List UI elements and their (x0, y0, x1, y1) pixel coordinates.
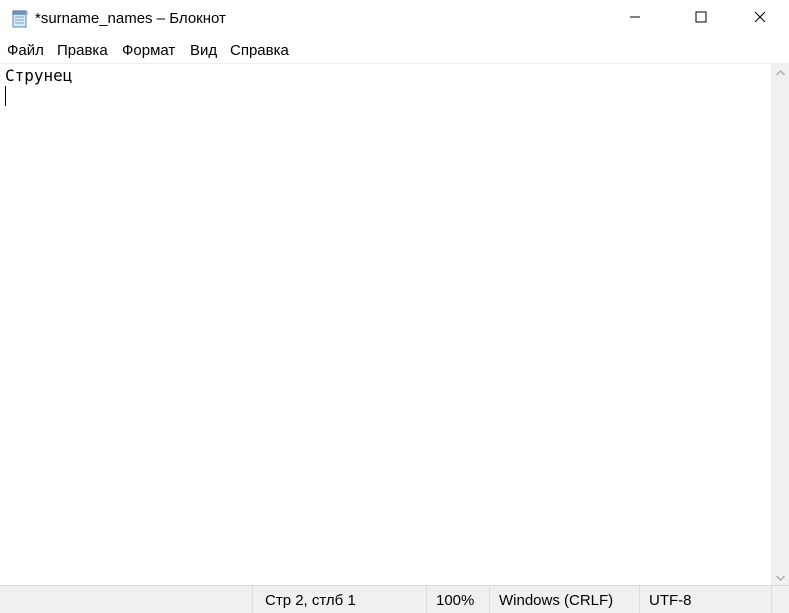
menu-edit[interactable]: Правка (57, 42, 108, 60)
status-divider (252, 586, 253, 613)
scroll-down-button[interactable] (771, 568, 789, 585)
text-editor[interactable]: Струнец (0, 63, 771, 586)
close-button[interactable] (737, 0, 783, 38)
menu-help[interactable]: Справка (230, 42, 289, 60)
minimize-icon (629, 10, 641, 28)
editor-line: Струнец (5, 66, 73, 85)
maximize-icon (695, 10, 707, 28)
notepad-icon (10, 9, 30, 29)
menu-bar: Файл Правка Формат Вид Справка (0, 38, 789, 63)
close-icon (754, 10, 766, 28)
status-bar: Стр 2, стлб 1 100% Windows (CRLF) UTF-8 (0, 585, 789, 613)
chevron-up-icon (775, 63, 785, 81)
menu-format[interactable]: Формат (122, 42, 175, 60)
scroll-up-button[interactable] (771, 63, 789, 80)
menu-view[interactable]: Вид (190, 42, 217, 60)
maximize-button[interactable] (678, 0, 724, 38)
status-line-ending: Windows (CRLF) (499, 592, 614, 609)
title-bar: *surname_names – Блокнот (0, 0, 789, 38)
status-divider (489, 586, 490, 613)
text-caret (5, 86, 6, 106)
menu-file[interactable]: Файл (7, 42, 44, 60)
window-title: *surname_names – Блокнот (35, 10, 226, 27)
status-divider (426, 586, 427, 613)
status-cursor-position: Стр 2, стлб 1 (265, 592, 356, 609)
minimize-button[interactable] (612, 0, 658, 38)
status-encoding: UTF-8 (649, 592, 692, 609)
status-zoom: 100% (436, 592, 475, 609)
status-divider (639, 586, 640, 613)
chevron-down-icon (775, 568, 785, 586)
status-divider (771, 586, 772, 613)
vertical-scrollbar[interactable] (771, 63, 789, 585)
